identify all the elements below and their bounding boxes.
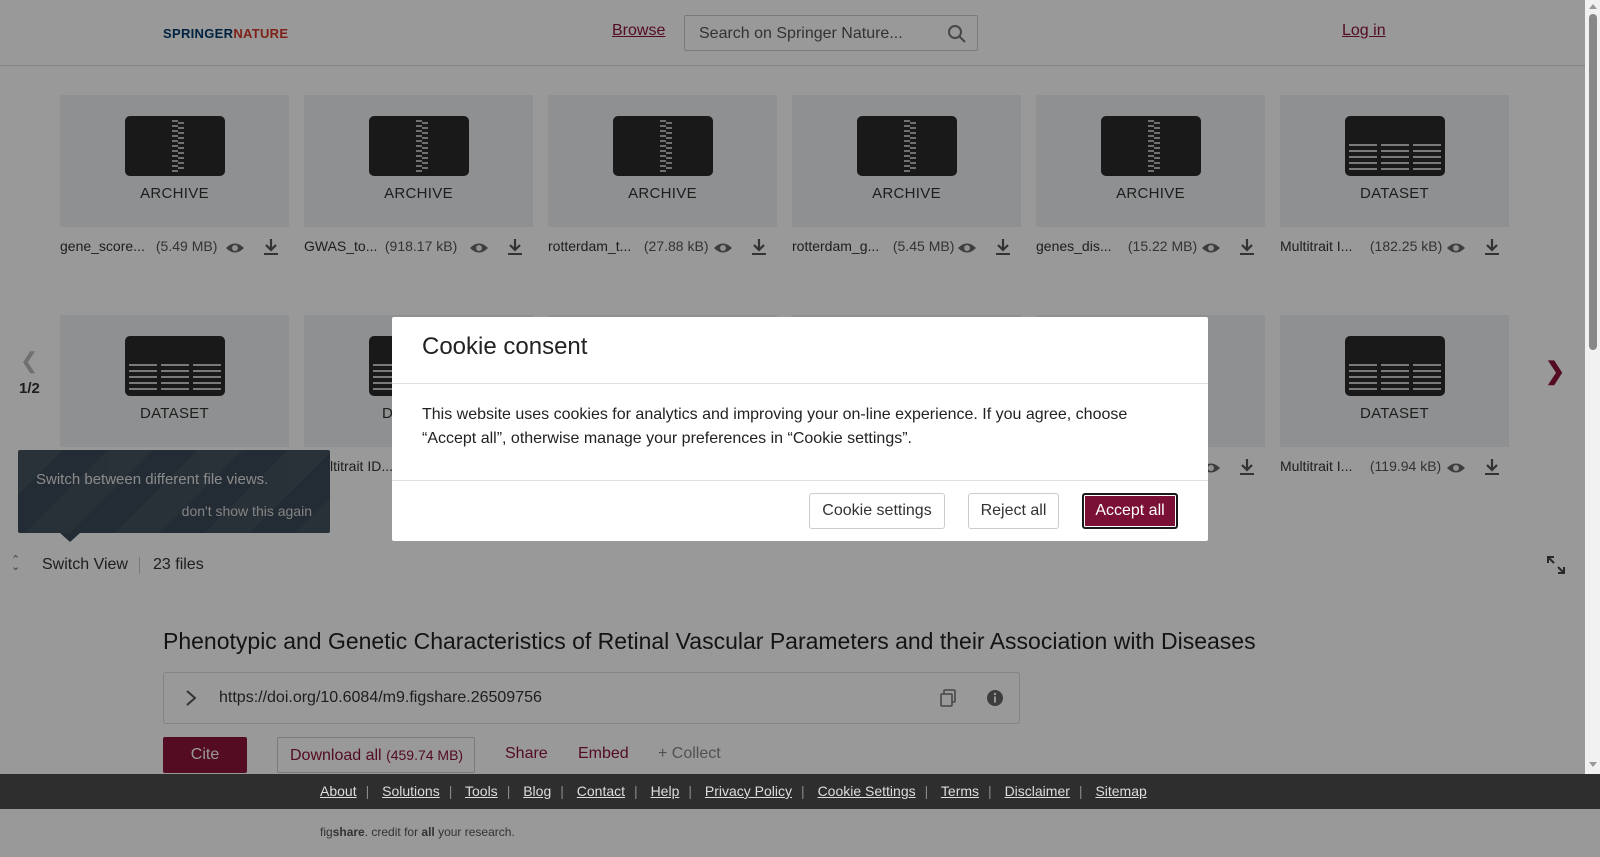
footer-link-about[interactable]: About	[320, 783, 357, 799]
footer-link-disclaimer[interactable]: Disclaimer	[1005, 783, 1070, 799]
dialog-divider	[392, 480, 1208, 481]
footer-link-terms[interactable]: Terms	[941, 783, 979, 799]
footer-link-contact[interactable]: Contact	[577, 783, 625, 799]
footer-links: About | Solutions | Tools | Blog | Contact | …	[320, 783, 1147, 799]
cookie-consent-dialog: Cookie consent This website uses cookies…	[392, 317, 1208, 541]
accept-all-button[interactable]: Accept all	[1082, 493, 1178, 529]
scrollbar-thumb[interactable]	[1589, 14, 1597, 350]
footer-link-tools[interactable]: Tools	[465, 783, 498, 799]
scroll-down-arrow[interactable]	[1589, 762, 1597, 767]
footer-link-help[interactable]: Help	[651, 783, 680, 799]
footer-link-solutions[interactable]: Solutions	[382, 783, 440, 799]
cookie-dialog-title: Cookie consent	[422, 333, 588, 360]
scroll-up-arrow[interactable]	[1589, 4, 1597, 9]
cookie-settings-button[interactable]: Cookie settings	[809, 493, 945, 529]
footer-link-cookie-settings[interactable]: Cookie Settings	[818, 783, 916, 799]
dialog-divider	[392, 383, 1208, 384]
footer-link-privacy[interactable]: Privacy Policy	[705, 783, 792, 799]
modal-backdrop-bottom	[0, 809, 1600, 857]
cookie-dialog-body: This website uses cookies for analytics …	[422, 406, 1128, 447]
footer-link-sitemap[interactable]: Sitemap	[1095, 783, 1146, 799]
footer-link-blog[interactable]: Blog	[523, 783, 551, 799]
footer-nav: About | Solutions | Tools | Blog | Contact | …	[0, 774, 1600, 809]
reject-all-button[interactable]: Reject all	[968, 493, 1059, 529]
